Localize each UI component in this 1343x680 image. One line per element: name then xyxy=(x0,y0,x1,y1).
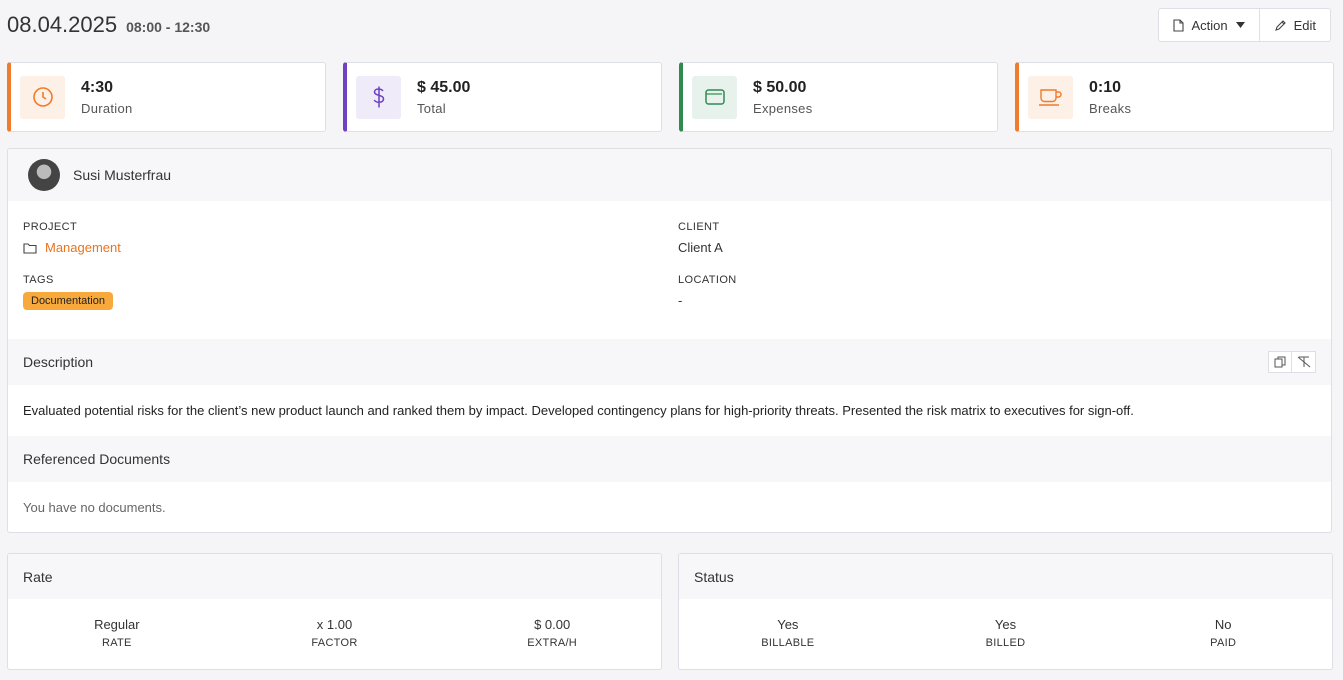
description-tools xyxy=(1268,351,1316,373)
extra-value: $ 0.00 xyxy=(534,617,571,632)
edit-button[interactable]: Edit xyxy=(1259,8,1331,42)
billed-label: BILLED xyxy=(985,637,1026,649)
factor-item: x 1.00 FACTOR xyxy=(226,617,444,649)
location-value: - xyxy=(678,293,683,308)
stat-value: $ 45.00 xyxy=(417,78,471,96)
status-values: Yes BILLABLE Yes BILLED No PAID xyxy=(679,599,1332,649)
description-text: Evaluated potential risks for the client… xyxy=(23,403,1134,418)
location-field: LOCATION - xyxy=(678,274,737,308)
clear-format-icon xyxy=(1297,356,1310,368)
status-title: Status xyxy=(694,568,734,585)
clear-format-button[interactable] xyxy=(1292,351,1316,373)
status-card: Status Yes BILLABLE Yes BILLED No PAID xyxy=(678,553,1333,670)
rate-card: Rate Regular RATE x 1.00 FACTOR $ 0.00 E… xyxy=(7,553,662,670)
action-button-label: Action xyxy=(1191,17,1228,33)
paid-label: PAID xyxy=(1210,637,1237,649)
rate-header: Rate xyxy=(8,554,661,599)
project-field: PROJECT Management xyxy=(23,221,121,255)
rate-values: Regular RATE x 1.00 FACTOR $ 0.00 EXTRA/… xyxy=(8,599,661,649)
stat-value: 4:30 xyxy=(81,78,114,96)
stats-row: 4:30 Duration $ 45.00 Total $ 50.00 Expe… xyxy=(7,62,1334,132)
entry-fields: PROJECT Management CLIENT Client A TAGS … xyxy=(8,201,1331,339)
tags-field: TAGS Documentation xyxy=(23,274,113,310)
tag-badge[interactable]: Documentation xyxy=(23,292,113,310)
stat-expenses: $ 50.00 Expenses xyxy=(679,62,998,132)
dollar-icon xyxy=(373,86,384,108)
documents-header: Referenced Documents xyxy=(8,436,1331,482)
tags-label: TAGS xyxy=(23,274,54,286)
entry-date: 08.04.2025 xyxy=(7,12,118,37)
rate-value: Regular xyxy=(94,617,140,632)
entry-time-range: 08:00 - 12:30 xyxy=(126,19,211,35)
stat-value: $ 50.00 xyxy=(753,78,807,96)
client-label: CLIENT xyxy=(678,221,720,233)
stat-value: 0:10 xyxy=(1089,78,1122,96)
coffee-cup-icon xyxy=(1038,89,1062,106)
avatar xyxy=(28,159,60,191)
billable-item: Yes BILLABLE xyxy=(679,617,897,649)
stat-label: Duration xyxy=(81,100,133,116)
billable-value: Yes xyxy=(777,617,799,632)
stat-label: Total xyxy=(417,100,446,116)
stat-total: $ 45.00 Total xyxy=(343,62,662,132)
factor-label: FACTOR xyxy=(311,637,358,649)
stat-label: Expenses xyxy=(753,100,813,116)
pencil-icon xyxy=(1274,19,1286,31)
stat-breaks: 0:10 Breaks xyxy=(1015,62,1334,132)
description-title: Description xyxy=(23,354,94,370)
user-name: Susi Musterfrau xyxy=(73,167,172,183)
edit-button-label: Edit xyxy=(1293,17,1316,33)
client-field: CLIENT Client A xyxy=(678,221,723,255)
wallet-icon xyxy=(704,89,725,105)
rate-label: RATE xyxy=(101,637,132,649)
factor-value: x 1.00 xyxy=(316,617,353,632)
billed-value: Yes xyxy=(994,617,1017,632)
project-link[interactable]: Management xyxy=(23,240,121,255)
stat-label: Breaks xyxy=(1089,100,1132,116)
extra-item: $ 0.00 EXTRA/H xyxy=(443,617,661,649)
project-label: PROJECT xyxy=(23,221,78,233)
extra-label: EXTRA/H xyxy=(527,637,578,649)
rate-title: Rate xyxy=(23,568,53,585)
documents-title: Referenced Documents xyxy=(23,451,171,467)
rate-item: Regular RATE xyxy=(8,617,226,649)
description-header: Description xyxy=(8,339,1331,385)
billable-label: BILLABLE xyxy=(761,637,815,649)
status-header: Status xyxy=(679,554,1332,599)
caret-down-icon xyxy=(1235,22,1245,28)
document-icon xyxy=(1173,18,1185,32)
clock-icon xyxy=(32,87,53,107)
folder-icon xyxy=(23,242,37,254)
client-value: Client A xyxy=(678,240,723,255)
entry-details-card: Susi Musterfrau PROJECT Management CLIEN… xyxy=(7,148,1332,533)
user-bar: Susi Musterfrau xyxy=(8,149,1331,201)
location-label: LOCATION xyxy=(678,274,737,286)
toolbar: Action Edit xyxy=(1158,8,1331,42)
copy-icon xyxy=(1274,356,1286,368)
paid-item: No PAID xyxy=(1114,617,1332,649)
copy-button[interactable] xyxy=(1268,351,1292,373)
billed-item: Yes BILLED xyxy=(897,617,1115,649)
page-header: 08.04.2025 08:00 - 12:30 xyxy=(7,12,210,38)
project-value: Management xyxy=(45,240,121,255)
documents-empty: You have no documents. xyxy=(23,499,166,515)
action-button[interactable]: Action xyxy=(1158,8,1260,42)
paid-value: No xyxy=(1214,617,1232,632)
stat-duration: 4:30 Duration xyxy=(7,62,326,132)
